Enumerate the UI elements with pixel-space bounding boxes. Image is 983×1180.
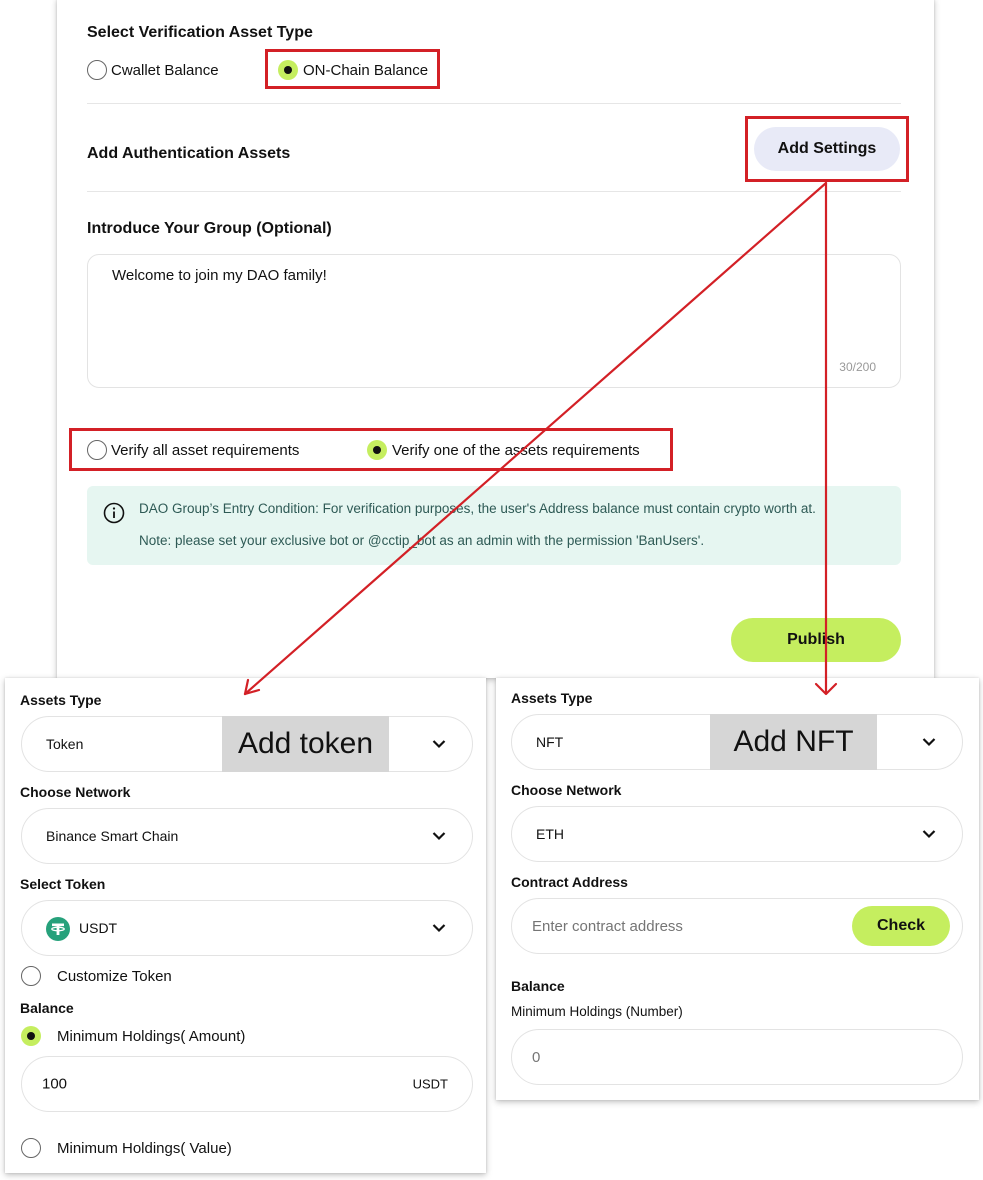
annotation-arrows	[243, 181, 838, 696]
arrow-to-token-panel	[243, 181, 828, 696]
